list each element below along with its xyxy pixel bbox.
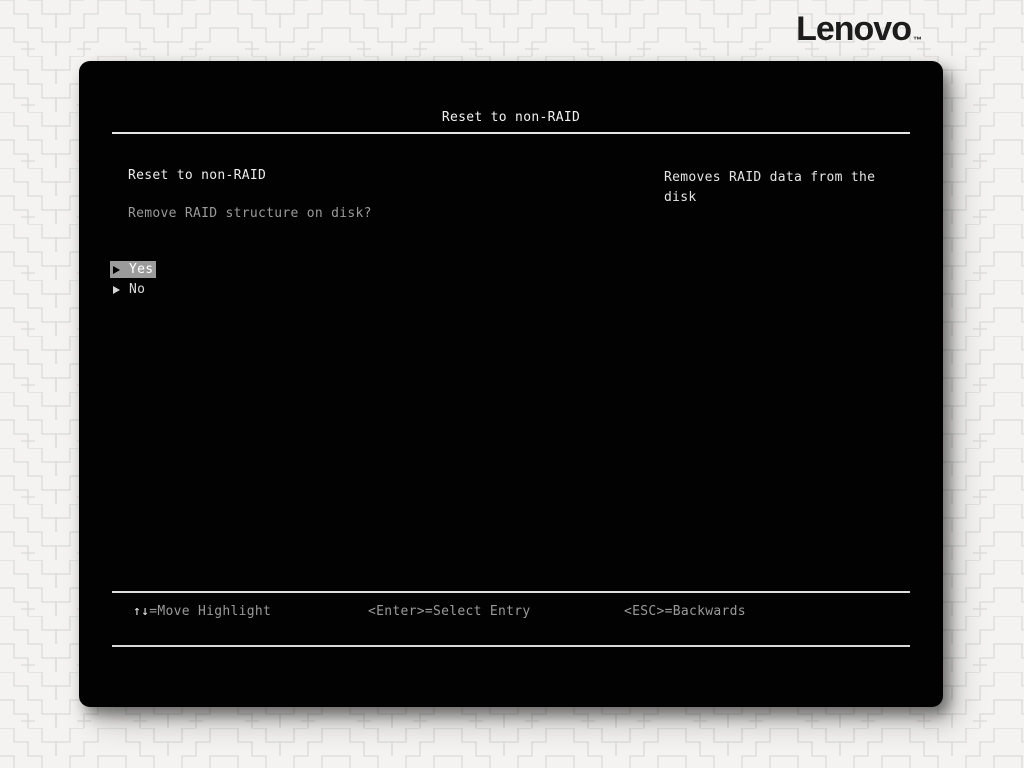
trademark-symbol: ™ <box>913 35 922 45</box>
hotkey-action: =Backwards <box>664 604 746 619</box>
footer-separator-line-top <box>112 591 910 593</box>
option-label: Yes <box>129 262 154 277</box>
hotkey-action: =Move Highlight <box>149 604 272 619</box>
setting-question: Remove RAID structure on disk? <box>128 206 372 221</box>
bios-dialog-window: Reset to non-RAID Reset to non-RAID Remo… <box>79 61 943 707</box>
hotkey-action: =Select Entry <box>424 604 531 619</box>
option-arrow-icon <box>113 265 120 274</box>
page-title: Reset to non-RAID <box>441 110 581 125</box>
setting-label: Reset to non-RAID <box>128 168 267 183</box>
option-arrow-icon <box>113 285 120 294</box>
lenovo-logo: Lenovo ™ <box>796 12 922 46</box>
option-no[interactable]: No <box>110 281 148 298</box>
hotkey-backwards: <ESC>=Backwards <box>624 604 746 619</box>
option-list: Yes No <box>110 261 157 301</box>
option-label: No <box>129 282 146 297</box>
up-down-arrows-icon: ↑↓ <box>133 604 150 619</box>
footer-separator-line-bottom <box>112 645 910 647</box>
option-yes[interactable]: Yes <box>110 261 157 278</box>
help-panel-text: Removes RAID data from the disk <box>664 170 876 205</box>
title-separator-line <box>112 132 910 134</box>
lenovo-logo-text: Lenovo <box>796 10 912 48</box>
hotkey-move-highlight: ↑↓=Move Highlight <box>133 604 271 619</box>
hotkey-select-entry: <Enter>=Select Entry <box>368 604 531 619</box>
hotkey-keys: <Enter> <box>368 604 425 619</box>
hotkey-keys: <ESC> <box>624 604 665 619</box>
